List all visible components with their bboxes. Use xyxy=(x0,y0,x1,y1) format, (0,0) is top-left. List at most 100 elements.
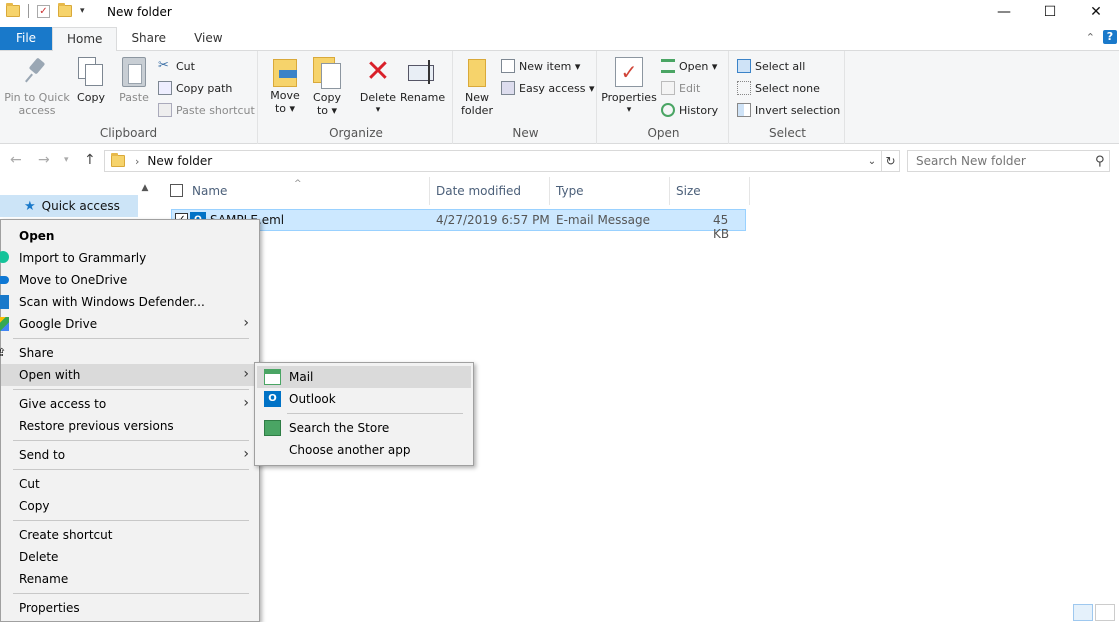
properties-button[interactable]: ✓ Properties ▾ xyxy=(601,57,657,117)
menu-item-rename[interactable]: Rename xyxy=(1,568,259,590)
properties-dropdown-icon[interactable]: ▾ xyxy=(601,104,657,117)
menu-item-import-to-grammarly[interactable]: Import to Grammarly xyxy=(0,247,259,269)
submenu-item-search-the-store[interactable]: Search the Store xyxy=(257,417,471,439)
properties-check-icon[interactable]: ✓ xyxy=(37,4,50,18)
invert-selection-button[interactable]: Invert selection xyxy=(737,103,840,117)
column-header-size[interactable]: Size xyxy=(670,177,750,205)
submenu-item-mail[interactable]: Mail xyxy=(257,366,471,388)
details-view-icon[interactable] xyxy=(1073,604,1093,621)
paste-button[interactable]: Paste xyxy=(116,57,152,104)
submenu-item-choose-another-app[interactable]: Choose another app xyxy=(257,439,471,461)
menu-item-open-with[interactable]: Open with › xyxy=(1,364,259,386)
pin-icon xyxy=(23,57,51,87)
nav-item-quick-access[interactable]: ★ Quick access xyxy=(0,195,138,217)
maximize-button[interactable]: ☐ xyxy=(1027,0,1073,24)
address-bar[interactable]: › New folder ⌄ ↻ xyxy=(104,150,900,172)
file-type: E-mail Message xyxy=(556,213,651,227)
large-icons-view-icon[interactable] xyxy=(1095,604,1115,621)
create-shortcut-menu-label: Create shortcut xyxy=(19,528,113,542)
menu-item-send-to[interactable]: Send to › xyxy=(1,444,259,466)
edit-button[interactable]: Edit xyxy=(661,81,700,95)
search-input[interactable] xyxy=(916,154,1091,168)
tab-home[interactable]: Home xyxy=(52,27,118,51)
submenu-item-outlook[interactable]: O Outlook xyxy=(257,388,471,410)
new-folder-big-icon xyxy=(466,57,488,87)
menu-item-share[interactable]: ⇪ Share xyxy=(0,342,259,364)
minimize-button[interactable]: — xyxy=(981,0,1027,24)
context-menu: Open Import to Grammarly Move to OneDriv… xyxy=(0,219,260,622)
up-arrow-icon[interactable]: ↑ xyxy=(84,152,96,168)
menu-item-move-to-onedrive[interactable]: Move to OneDrive xyxy=(0,269,259,291)
open-button[interactable]: Open ▾ xyxy=(661,59,717,73)
give-access-menu-label: Give access to xyxy=(19,397,107,411)
quick-access-toolbar: ✓ ▾ xyxy=(6,3,85,18)
open-with-submenu: Mail O Outlook Search the Store Choose a… xyxy=(254,362,474,466)
menu-item-delete[interactable]: Delete xyxy=(1,546,259,568)
tab-file[interactable]: File xyxy=(0,27,52,50)
new-item-label: New item ▾ xyxy=(519,59,581,73)
new-folder-button[interactable]: New folder xyxy=(459,57,495,117)
menu-item-scan-with-defender[interactable]: Scan with Windows Defender... xyxy=(0,291,259,313)
paste-icon xyxy=(122,57,146,87)
tab-share[interactable]: Share xyxy=(117,27,180,50)
breadcrumb-chevron-icon[interactable]: › xyxy=(135,155,139,168)
menu-item-cut[interactable]: Cut xyxy=(1,473,259,495)
cut-label: Cut xyxy=(176,59,195,73)
menu-item-give-access-to[interactable]: Give access to › xyxy=(1,393,259,415)
column-header-date-modified[interactable]: Date modified xyxy=(430,177,550,205)
pin-to-quick-access-button[interactable]: Pin to Quick access xyxy=(4,57,70,117)
scroll-up-arrow-icon[interactable]: ▲ xyxy=(138,181,152,195)
close-button[interactable]: ✕ xyxy=(1073,0,1119,24)
collapse-ribbon-icon[interactable]: ⌃ xyxy=(1086,31,1095,44)
cut-button[interactable]: ✂ Cut xyxy=(158,59,195,73)
google-drive-menu-label: Google Drive xyxy=(19,317,98,331)
onedrive-cloud-icon xyxy=(0,276,9,284)
history-icon xyxy=(661,103,675,117)
new-folder-icon[interactable] xyxy=(58,3,72,17)
paste-shortcut-button[interactable]: Paste shortcut xyxy=(158,103,255,117)
outlook-label: Outlook xyxy=(289,392,336,406)
copy-button[interactable]: Copy xyxy=(74,57,108,104)
rename-button[interactable]: Rename xyxy=(400,57,445,104)
move-to-label-line2: to ▾ xyxy=(274,102,296,115)
open-menu-label: Open xyxy=(19,229,55,243)
share-icon: ⇪ xyxy=(0,346,7,359)
select-all-button[interactable]: Select all xyxy=(737,59,805,73)
recent-locations-icon[interactable]: ▾ xyxy=(64,155,69,165)
history-button[interactable]: History xyxy=(661,103,718,117)
menu-item-google-drive[interactable]: Google Drive › xyxy=(0,313,259,335)
delete-dropdown-icon[interactable]: ▾ xyxy=(358,104,398,117)
ribbon-tabs: File Home Share View ⌃ ? xyxy=(0,27,1119,51)
refresh-icon[interactable]: ↻ xyxy=(881,151,899,171)
column-header-type[interactable]: Type xyxy=(550,177,670,205)
address-dropdown-icon[interactable]: ⌄ xyxy=(863,156,881,167)
new-item-button[interactable]: New item ▾ xyxy=(501,59,580,73)
search-box[interactable]: ⚲ xyxy=(907,150,1110,172)
forward-arrow-icon[interactable]: → xyxy=(38,152,50,168)
column-header-name[interactable]: ^ Name xyxy=(160,177,430,205)
delete-x-icon: ✕ xyxy=(365,54,391,89)
move-to-button[interactable]: Move to ▾ xyxy=(268,57,302,115)
breadcrumb-path[interactable]: New folder xyxy=(147,154,212,168)
select-all-checkbox[interactable] xyxy=(170,184,183,197)
copy-to-button[interactable]: Copy to ▾ xyxy=(310,57,344,117)
select-none-button[interactable]: Select none xyxy=(737,81,820,95)
easy-access-button[interactable]: Easy access ▾ xyxy=(501,81,595,95)
menu-item-properties[interactable]: Properties xyxy=(1,597,259,619)
copy-path-button[interactable]: Copy path xyxy=(158,81,232,95)
menu-item-restore-previous-versions[interactable]: Restore previous versions xyxy=(1,415,259,437)
customize-toolbar-icon[interactable]: ▾ xyxy=(80,6,85,16)
help-icon[interactable]: ? xyxy=(1103,30,1117,44)
back-arrow-icon[interactable]: ← xyxy=(10,152,22,168)
menu-item-open[interactable]: Open xyxy=(1,225,259,247)
file-list-header: ^ Name Date modified Type Size xyxy=(160,177,760,205)
folder-icon xyxy=(6,3,20,17)
tab-view[interactable]: View xyxy=(180,27,236,50)
menu-item-create-shortcut[interactable]: Create shortcut xyxy=(1,524,259,546)
open-with-menu-label: Open with xyxy=(19,368,81,382)
sort-ascending-icon: ^ xyxy=(294,179,302,189)
delete-button[interactable]: ✕ Delete ▾ xyxy=(358,57,398,117)
menu-item-copy[interactable]: Copy xyxy=(1,495,259,517)
new-folder-label-line2: folder xyxy=(461,104,493,117)
search-icon[interactable]: ⚲ xyxy=(1095,154,1105,169)
